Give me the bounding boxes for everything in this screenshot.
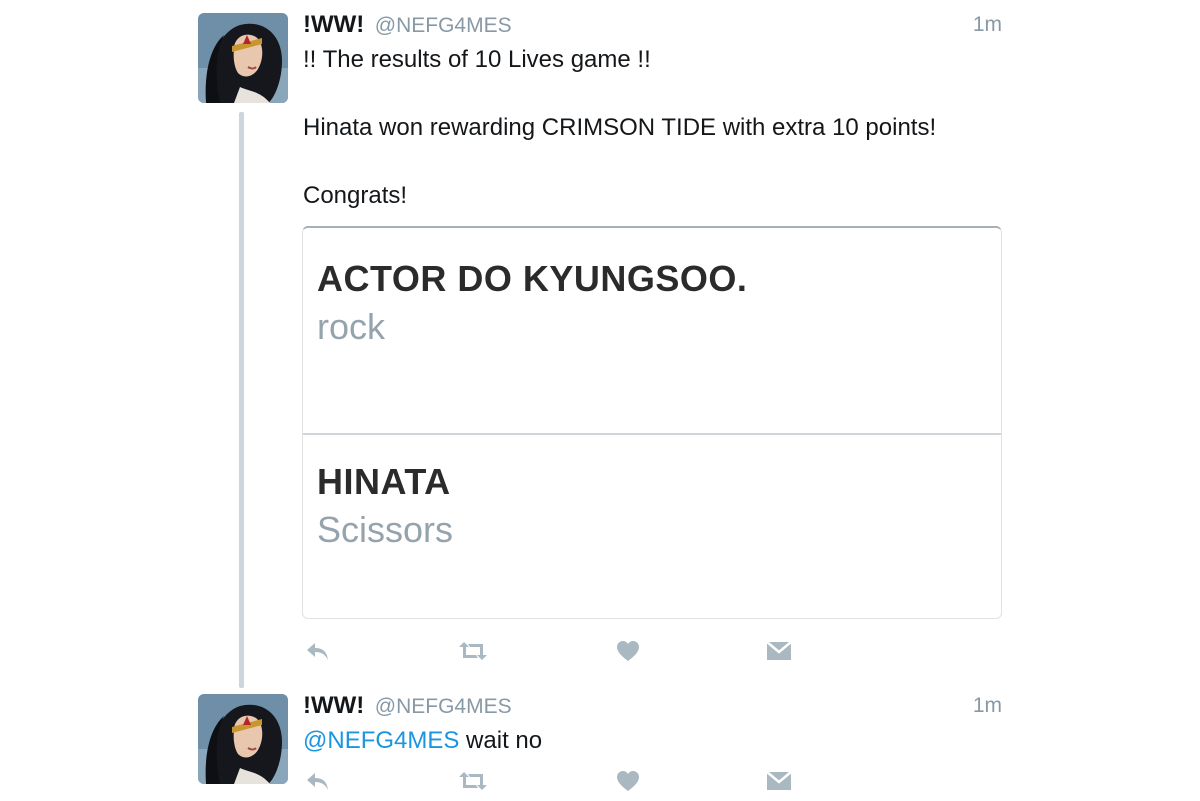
tweet-text-body: wait no [459,727,543,754]
like-icon [617,641,639,661]
card-option-subtitle: Scissors [317,509,454,550]
mention-link[interactable]: @NEFG4MES [303,727,459,754]
retweet-button[interactable] [458,638,488,664]
like-button[interactable] [613,638,643,664]
poll-card[interactable]: ACTOR DO KYUNGSOO. rock HINATA Scissors [302,226,1002,619]
card-option[interactable]: ACTOR DO KYUNGSOO. rock [303,228,1001,433]
avatar[interactable] [198,13,288,103]
direct-message-icon [766,641,792,660]
direct-message-icon [766,771,792,790]
reply-icon [307,643,328,660]
tweet-text-line: Congrats! [303,182,408,209]
avatar-image [198,694,288,784]
tweet-text: @NEFG4MES wait no [303,726,542,756]
direct-message-button[interactable] [764,768,794,794]
tweet-actions [303,638,803,664]
card-option[interactable]: HINATA Scissors [303,433,1001,618]
card-option-title: HINATA [317,461,451,502]
retweet-icon [459,642,487,660]
author-name[interactable]: !WW! [303,11,364,38]
tweet-actions [303,768,803,794]
reply-button[interactable] [303,638,333,664]
tweet-header: !WW! @NEFG4MES [303,11,512,39]
retweet-icon [459,772,487,790]
card-option-subtitle: rock [317,306,386,347]
reply-icon [307,773,328,790]
tweet-text-line: !! The results of 10 Lives game !! [303,46,651,73]
avatar[interactable] [198,694,288,784]
like-icon [617,771,639,791]
author-handle[interactable]: @NEFG4MES [375,14,512,37]
like-button[interactable] [613,768,643,794]
reply-button[interactable] [303,768,333,794]
card-option-title: ACTOR DO KYUNGSOO. [317,258,748,299]
tweet-timestamp[interactable]: 1m [973,692,1002,720]
avatar-image [198,13,288,103]
retweet-button[interactable] [458,768,488,794]
tweet-text-line: Hinata won rewarding CRIMSON TIDE with e… [303,114,937,141]
tweet-timestamp[interactable]: 1m [973,11,1002,39]
author-handle[interactable]: @NEFG4MES [375,695,512,718]
thread-connector-line [239,112,244,688]
direct-message-button[interactable] [764,638,794,664]
author-name[interactable]: !WW! [303,692,364,719]
tweet-header: !WW! @NEFG4MES [303,692,512,720]
